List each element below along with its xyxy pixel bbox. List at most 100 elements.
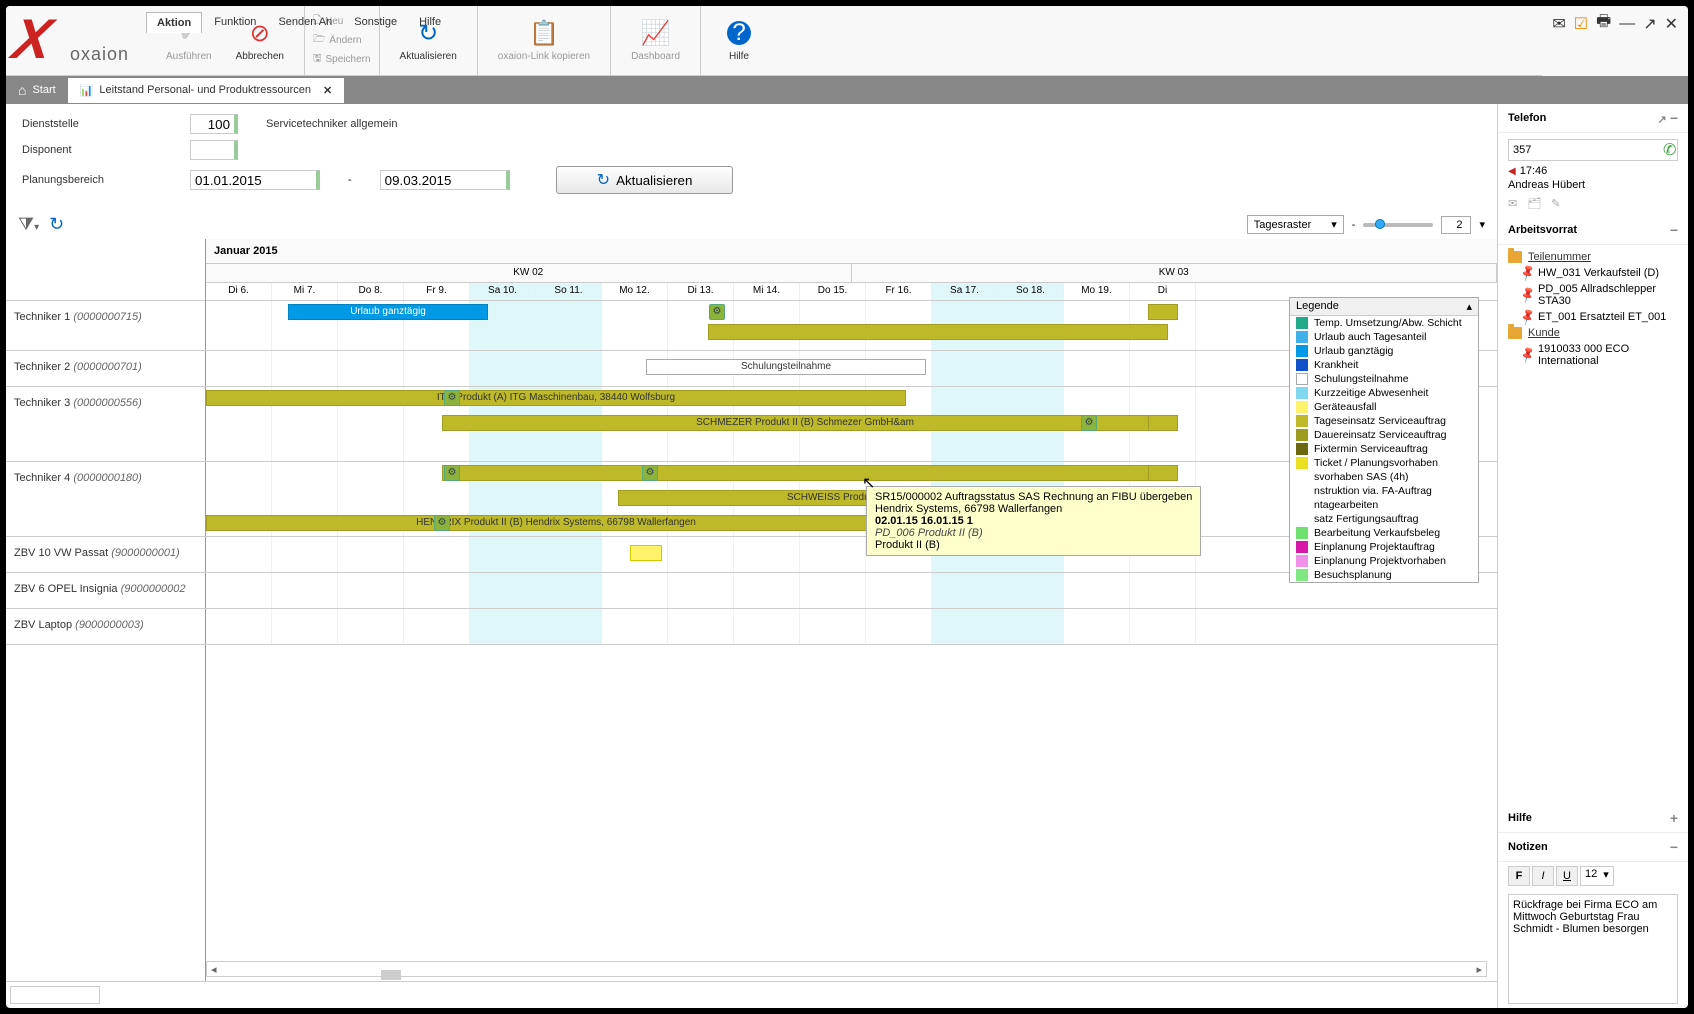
- gantt-bar[interactable]: [1148, 465, 1178, 481]
- zoom-value[interactable]: 2: [1441, 216, 1471, 234]
- date-from-input[interactable]: [190, 170, 320, 190]
- close-window-icon[interactable]: ✕: [1665, 14, 1678, 34]
- gantt-bar[interactable]: Schulungsteilnahme: [646, 359, 926, 375]
- legend-item: Urlaub auch Tagesanteil: [1290, 330, 1478, 344]
- chevron-up-icon[interactable]: ▴: [1466, 300, 1472, 313]
- day-cell: Sa 10.: [470, 283, 536, 300]
- collapse-icon[interactable]: −: [1670, 110, 1678, 126]
- day-cell: So 11.: [536, 283, 602, 300]
- italic-button[interactable]: I: [1532, 866, 1554, 886]
- hilfe-button[interactable]: ? Hilfe: [709, 15, 769, 66]
- reload-icon[interactable]: ↻: [49, 214, 64, 235]
- clipboard-icon: 📋: [529, 19, 559, 47]
- edit-icon: 🗁: [313, 32, 325, 49]
- gear-icon[interactable]: ⚙: [1081, 415, 1097, 431]
- gantt-bar[interactable]: HENDRIX Produkt II (B) Hendrix Systems, …: [206, 515, 906, 531]
- day-cell: Di 13.: [668, 283, 734, 300]
- legend-item: Bearbeitung Verkaufsbeleg: [1290, 526, 1478, 540]
- resource-label: Techniker 2 (0000000701): [6, 351, 206, 387]
- legend-item: svorhaben SAS (4h): [1290, 470, 1478, 484]
- gear-icon[interactable]: ⚙: [444, 465, 460, 481]
- font-size-select[interactable]: 12▾: [1580, 866, 1614, 886]
- aendern-button: 🗁Ändern: [313, 32, 371, 49]
- close-tab-icon[interactable]: ✕: [323, 84, 332, 97]
- chart-icon: 📈: [641, 19, 671, 47]
- resource-label: ZBV 6 OPEL Insignia (9000000002: [6, 573, 206, 609]
- gear-icon[interactable]: ⚙: [709, 304, 725, 320]
- disponent-label: Disponent: [22, 144, 182, 156]
- arbeitsvorrat-title: Arbeitsvorrat: [1508, 224, 1577, 236]
- notes-textarea[interactable]: Rückfrage bei Firma ECO am Mittwoch Gebu…: [1508, 894, 1678, 1004]
- scroll-right-icon[interactable]: ▸: [1472, 963, 1486, 976]
- day-cell: Di 6.: [206, 283, 272, 300]
- gantt-month: Januar 2015: [206, 239, 1497, 263]
- work-item[interactable]: 📌ET_001 Ersatzteil ET_001: [1508, 309, 1678, 325]
- speichern-button: 🖫Speichern: [313, 51, 371, 68]
- maximize-icon[interactable]: ↗: [1643, 14, 1656, 34]
- expand-icon[interactable]: ↗: [1658, 114, 1667, 126]
- gear-icon[interactable]: ⚙: [434, 515, 450, 531]
- status-input[interactable]: [10, 986, 100, 1004]
- gantt-bar[interactable]: [442, 465, 1168, 481]
- bold-button[interactable]: F: [1508, 866, 1530, 886]
- disponent-input[interactable]: [190, 140, 238, 160]
- refresh-icon: ↻: [597, 170, 610, 190]
- phone-input[interactable]: [1509, 142, 1659, 158]
- gantt-bar[interactable]: Urlaub ganztägig: [288, 304, 488, 320]
- gantt-bar[interactable]: ITG Produkt (A) ITG Maschinenbau, 38440 …: [206, 390, 906, 406]
- legend-item: Kurzzeitige Abwesenheit: [1290, 386, 1478, 400]
- underline-button[interactable]: U: [1556, 866, 1578, 886]
- tab-start[interactable]: ⌂ Start: [6, 76, 68, 104]
- minimize-icon[interactable]: —: [1619, 15, 1635, 33]
- scroll-left-icon[interactable]: ◂: [207, 963, 221, 976]
- gantt-bar[interactable]: [708, 324, 1168, 340]
- edit-action-icon[interactable]: ✎: [1551, 197, 1560, 210]
- zoom-slider[interactable]: [1363, 223, 1433, 227]
- collapse-icon[interactable]: −: [1670, 839, 1678, 855]
- legend-item: satz Fertigungsauftrag: [1290, 512, 1478, 526]
- legend-item: Geräteausfall: [1290, 400, 1478, 414]
- folder-teilenummer[interactable]: Teilenummer: [1508, 249, 1678, 265]
- menu-funktion[interactable]: Funktion: [204, 12, 266, 33]
- menu-hilfe[interactable]: Hilfe: [409, 12, 451, 33]
- work-item[interactable]: 📌 1910033 000 ECO International: [1508, 341, 1678, 369]
- raster-dropdown[interactable]: Tagesraster ▾: [1247, 215, 1344, 234]
- gear-icon[interactable]: ⚙: [642, 465, 658, 481]
- expand-icon[interactable]: +: [1670, 810, 1678, 826]
- mail-action-icon[interactable]: ✉: [1508, 197, 1517, 210]
- card-action-icon[interactable]: 🗂: [1527, 197, 1541, 210]
- planungsbereich-label: Planungsbereich: [22, 174, 182, 186]
- menu-sonstige[interactable]: Sonstige: [344, 12, 407, 33]
- date-to-input[interactable]: [380, 170, 510, 190]
- check-mail-icon[interactable]: ☑: [1574, 14, 1588, 34]
- chevron-down-icon[interactable]: ▾: [1479, 218, 1485, 231]
- print-icon[interactable]: 🖶: [1596, 10, 1611, 37]
- menu-senden-an[interactable]: Senden An: [268, 12, 342, 33]
- dienststelle-input[interactable]: [190, 114, 238, 134]
- legend-item: Einplanung Projektauftrag: [1290, 540, 1478, 554]
- logo: X oxaion: [14, 6, 134, 76]
- resource-label: ZBV Laptop (9000000003): [6, 609, 206, 645]
- folder-icon: [1508, 251, 1522, 263]
- collapse-icon[interactable]: −: [1670, 222, 1678, 238]
- menu-aktion[interactable]: Aktion: [146, 12, 202, 33]
- resource-label: ZBV 10 VW Passat (9000000001): [6, 537, 206, 573]
- gear-icon[interactable]: ⚙: [444, 390, 460, 406]
- folder-kunde[interactable]: Kunde: [1508, 325, 1678, 341]
- work-item[interactable]: 📌HW_031 Verkaufsteil (D): [1508, 265, 1678, 281]
- refresh-range-button[interactable]: ↻ Aktualisieren: [556, 166, 734, 194]
- filter-icon[interactable]: ⧩▾: [18, 214, 39, 235]
- resource-track[interactable]: [206, 609, 1497, 645]
- gantt-bar[interactable]: [1148, 415, 1178, 431]
- day-cell: Sa 17.: [932, 283, 998, 300]
- gantt-bar[interactable]: SCHMEZER Produkt II (B) Schmezer GmbH&am: [442, 415, 1168, 431]
- tab-leitstand[interactable]: 📊 Leitstand Personal- und Produktressour…: [68, 78, 345, 103]
- phone-icon[interactable]: ✆: [1659, 140, 1680, 160]
- gantt-bar[interactable]: [630, 545, 662, 561]
- day-cell: Do 15.: [800, 283, 866, 300]
- gantt-h-scrollbar[interactable]: ◂ ▸: [206, 961, 1487, 977]
- legend-item: Fixtermin Serviceauftrag: [1290, 442, 1478, 456]
- work-item[interactable]: 📌PD_005 Allradschlepper STA30: [1508, 281, 1678, 309]
- mail-icon[interactable]: ✉: [1552, 14, 1565, 34]
- gantt-bar[interactable]: [1148, 304, 1178, 320]
